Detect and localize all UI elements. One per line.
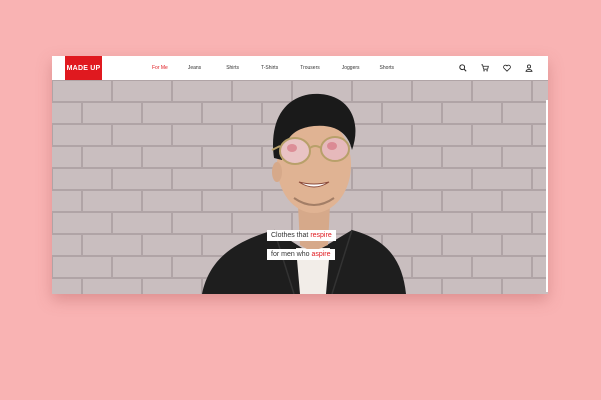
hero-caption-line-1: Clothes that respire [267,230,336,241]
hero-banner: Clothes that respire for men who aspire [52,80,548,294]
nav-link-for-me[interactable]: For Me [152,65,168,71]
brand-logo[interactable]: MADE UP [65,56,102,80]
nav-links: For Me Jeans Shirts T-Shirts Trousers Jo… [152,56,394,80]
nav-link-shirts[interactable]: Shirts [226,65,239,71]
user-icon[interactable] [524,63,534,73]
hero-model-photo [202,93,406,294]
search-icon[interactable] [458,63,468,73]
nav-link-trousers[interactable]: Trousers [300,65,320,71]
scrollbar[interactable] [546,100,548,292]
browser-window: MADE UP For Me Jeans Shirts T-Shirts Tro… [52,56,548,294]
heart-icon[interactable] [502,63,512,73]
cart-icon[interactable] [480,63,490,73]
caption-accent-word: respire [310,232,332,239]
nav-link-jeans[interactable]: Jeans [188,65,201,71]
caption-accent-word: aspire [311,251,331,258]
caption-text: for men who [271,251,312,258]
top-navbar: MADE UP For Me Jeans Shirts T-Shirts Tro… [52,56,548,80]
nav-link-shorts[interactable]: Shorts [380,65,394,71]
caption-text: Clothes that [271,232,311,239]
nav-link-tshirts[interactable]: T-Shirts [261,65,278,71]
nav-link-joggers[interactable]: Joggers [342,65,360,71]
hero-caption-line-2: for men who aspire [267,249,335,260]
nav-icons [458,56,534,80]
